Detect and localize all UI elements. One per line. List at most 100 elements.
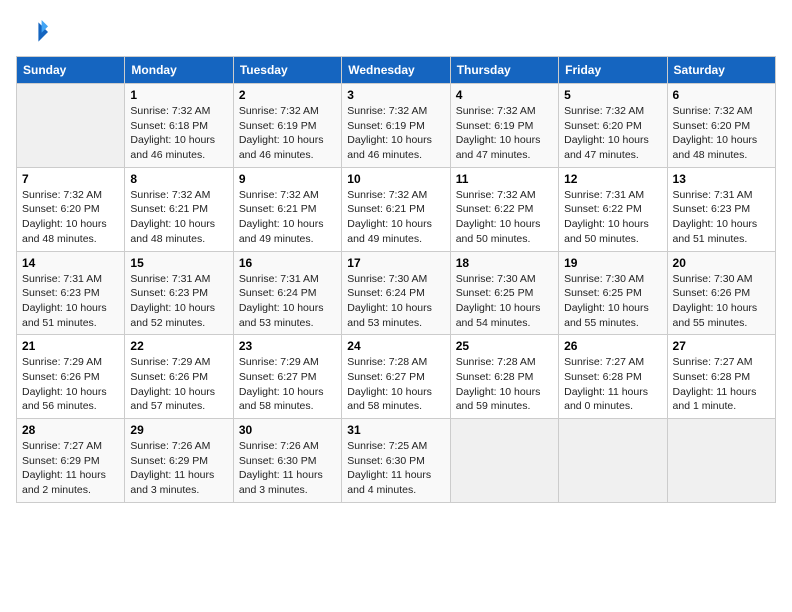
- day-info: Sunrise: 7:27 AM Sunset: 6:29 PM Dayligh…: [22, 439, 119, 498]
- day-info: Sunrise: 7:32 AM Sunset: 6:19 PM Dayligh…: [239, 104, 336, 163]
- calendar-cell: [559, 419, 667, 503]
- day-number: 24: [347, 339, 444, 353]
- day-info: Sunrise: 7:30 AM Sunset: 6:25 PM Dayligh…: [564, 272, 661, 331]
- day-number: 13: [673, 172, 770, 186]
- day-number: 22: [130, 339, 227, 353]
- day-number: 16: [239, 256, 336, 270]
- calendar-week-row: 21 Sunrise: 7:29 AM Sunset: 6:26 PM Dayli…: [17, 335, 776, 419]
- day-number: 29: [130, 423, 227, 437]
- calendar-cell: 11Sunrise: 7:32 AM Sunset: 6:22 PM Dayli…: [450, 167, 558, 251]
- weekday-header: Friday: [559, 57, 667, 84]
- page-header: [16, 16, 776, 48]
- day-info: Sunrise: 7:32 AM Sunset: 6:20 PM Dayligh…: [673, 104, 770, 163]
- day-info: Sunrise: 7:32 AM Sunset: 6:20 PM Dayligh…: [564, 104, 661, 163]
- calendar-cell: 10 Sunrise: 7:32 AM Sunset: 6:21 PM Dayli…: [342, 167, 450, 251]
- day-number: 3: [347, 88, 444, 102]
- calendar-cell: [667, 419, 775, 503]
- calendar-cell: 2 Sunrise: 7:32 AM Sunset: 6:19 PM Daylig…: [233, 84, 341, 168]
- day-number: 26: [564, 339, 661, 353]
- calendar-cell: 27 Sunrise: 7:27 AM Sunset: 6:28 PM Dayli…: [667, 335, 775, 419]
- day-info: Sunrise: 7:27 AM Sunset: 6:28 PM Dayligh…: [673, 355, 770, 414]
- calendar-cell: 1Sunrise: 7:32 AM Sunset: 6:18 PM Daylig…: [125, 84, 233, 168]
- logo: [16, 16, 52, 48]
- calendar-cell: 25 Sunrise: 7:28 AM Sunset: 6:28 PM Dayli…: [450, 335, 558, 419]
- weekday-header: Tuesday: [233, 57, 341, 84]
- day-info: Sunrise: 7:30 AM Sunset: 6:26 PM Dayligh…: [673, 272, 770, 331]
- calendar-week-row: 7Sunrise: 7:32 AM Sunset: 6:20 PM Daylig…: [17, 167, 776, 251]
- calendar-cell: 8Sunrise: 7:32 AM Sunset: 6:21 PM Daylig…: [125, 167, 233, 251]
- calendar-cell: 17 Sunrise: 7:30 AM Sunset: 6:24 PM Dayli…: [342, 251, 450, 335]
- weekday-header: Thursday: [450, 57, 558, 84]
- calendar-cell: 7Sunrise: 7:32 AM Sunset: 6:20 PM Daylig…: [17, 167, 125, 251]
- calendar-cell: 28 Sunrise: 7:27 AM Sunset: 6:29 PM Dayli…: [17, 419, 125, 503]
- calendar-cell: 9 Sunrise: 7:32 AM Sunset: 6:21 PM Daylig…: [233, 167, 341, 251]
- day-number: 4: [456, 88, 553, 102]
- day-info: Sunrise: 7:26 AM Sunset: 6:29 PM Dayligh…: [130, 439, 227, 498]
- day-number: 20: [673, 256, 770, 270]
- calendar-cell: 5 Sunrise: 7:32 AM Sunset: 6:20 PM Daylig…: [559, 84, 667, 168]
- calendar-cell: 6 Sunrise: 7:32 AM Sunset: 6:20 PM Daylig…: [667, 84, 775, 168]
- day-number: 17: [347, 256, 444, 270]
- day-info: Sunrise: 7:28 AM Sunset: 6:27 PM Dayligh…: [347, 355, 444, 414]
- calendar-cell: 3 Sunrise: 7:32 AM Sunset: 6:19 PM Daylig…: [342, 84, 450, 168]
- day-info: Sunrise: 7:32 AM Sunset: 6:21 PM Dayligh…: [239, 188, 336, 247]
- day-number: 25: [456, 339, 553, 353]
- day-info: Sunrise: 7:28 AM Sunset: 6:28 PM Dayligh…: [456, 355, 553, 414]
- day-number: 2: [239, 88, 336, 102]
- day-number: 28: [22, 423, 119, 437]
- logo-icon: [16, 16, 48, 48]
- day-info: Sunrise: 7:32 AM Sunset: 6:19 PM Dayligh…: [456, 104, 553, 163]
- day-number: 15: [130, 256, 227, 270]
- day-info: Sunrise: 7:32 AM Sunset: 6:18 PM Dayligh…: [130, 104, 227, 163]
- day-info: Sunrise: 7:25 AM Sunset: 6:30 PM Dayligh…: [347, 439, 444, 498]
- calendar-cell: 22 Sunrise: 7:29 AM Sunset: 6:26 PM Dayli…: [125, 335, 233, 419]
- day-info: Sunrise: 7:27 AM Sunset: 6:28 PM Dayligh…: [564, 355, 661, 414]
- calendar-cell: 26 Sunrise: 7:27 AM Sunset: 6:28 PM Dayli…: [559, 335, 667, 419]
- day-info: Sunrise: 7:30 AM Sunset: 6:24 PM Dayligh…: [347, 272, 444, 331]
- weekday-header: Sunday: [17, 57, 125, 84]
- calendar-table: SundayMondayTuesdayWednesdayThursdayFrid…: [16, 56, 776, 503]
- calendar-cell: 24 Sunrise: 7:28 AM Sunset: 6:27 PM Dayli…: [342, 335, 450, 419]
- calendar-cell: 13 Sunrise: 7:31 AM Sunset: 6:23 PM Dayli…: [667, 167, 775, 251]
- calendar-cell: 19 Sunrise: 7:30 AM Sunset: 6:25 PM Dayli…: [559, 251, 667, 335]
- weekday-header-row: SundayMondayTuesdayWednesdayThursdayFrid…: [17, 57, 776, 84]
- day-info: Sunrise: 7:32 AM Sunset: 6:20 PM Dayligh…: [22, 188, 119, 247]
- day-number: 10: [347, 172, 444, 186]
- day-info: Sunrise: 7:31 AM Sunset: 6:23 PM Dayligh…: [22, 272, 119, 331]
- day-number: 27: [673, 339, 770, 353]
- day-info: Sunrise: 7:29 AM Sunset: 6:26 PM Dayligh…: [130, 355, 227, 414]
- day-number: 14: [22, 256, 119, 270]
- day-info: Sunrise: 7:26 AM Sunset: 6:30 PM Dayligh…: [239, 439, 336, 498]
- weekday-header: Saturday: [667, 57, 775, 84]
- day-info: Sunrise: 7:32 AM Sunset: 6:19 PM Dayligh…: [347, 104, 444, 163]
- calendar-cell: 18 Sunrise: 7:30 AM Sunset: 6:25 PM Dayli…: [450, 251, 558, 335]
- calendar-cell: 30 Sunrise: 7:26 AM Sunset: 6:30 PM Dayli…: [233, 419, 341, 503]
- day-info: Sunrise: 7:31 AM Sunset: 6:23 PM Dayligh…: [673, 188, 770, 247]
- day-number: 12: [564, 172, 661, 186]
- day-number: 19: [564, 256, 661, 270]
- calendar-week-row: 1Sunrise: 7:32 AM Sunset: 6:18 PM Daylig…: [17, 84, 776, 168]
- calendar-cell: 15 Sunrise: 7:31 AM Sunset: 6:23 PM Dayli…: [125, 251, 233, 335]
- day-number: 8: [130, 172, 227, 186]
- day-number: 6: [673, 88, 770, 102]
- day-number: 30: [239, 423, 336, 437]
- day-info: Sunrise: 7:32 AM Sunset: 6:21 PM Dayligh…: [347, 188, 444, 247]
- day-info: Sunrise: 7:31 AM Sunset: 6:23 PM Dayligh…: [130, 272, 227, 331]
- day-info: Sunrise: 7:30 AM Sunset: 6:25 PM Dayligh…: [456, 272, 553, 331]
- day-number: 18: [456, 256, 553, 270]
- day-number: 9: [239, 172, 336, 186]
- calendar-cell: 20 Sunrise: 7:30 AM Sunset: 6:26 PM Dayli…: [667, 251, 775, 335]
- calendar-cell: 14 Sunrise: 7:31 AM Sunset: 6:23 PM Dayli…: [17, 251, 125, 335]
- calendar-cell: 4 Sunrise: 7:32 AM Sunset: 6:19 PM Daylig…: [450, 84, 558, 168]
- day-number: 11: [456, 172, 553, 186]
- calendar-week-row: 28 Sunrise: 7:27 AM Sunset: 6:29 PM Dayli…: [17, 419, 776, 503]
- weekday-header: Monday: [125, 57, 233, 84]
- day-number: 21: [22, 339, 119, 353]
- day-number: 5: [564, 88, 661, 102]
- day-info: Sunrise: 7:29 AM Sunset: 6:27 PM Dayligh…: [239, 355, 336, 414]
- calendar-week-row: 14 Sunrise: 7:31 AM Sunset: 6:23 PM Dayli…: [17, 251, 776, 335]
- calendar-cell: [17, 84, 125, 168]
- day-info: Sunrise: 7:31 AM Sunset: 6:24 PM Dayligh…: [239, 272, 336, 331]
- day-number: 23: [239, 339, 336, 353]
- calendar-cell: 31Sunrise: 7:25 AM Sunset: 6:30 PM Dayli…: [342, 419, 450, 503]
